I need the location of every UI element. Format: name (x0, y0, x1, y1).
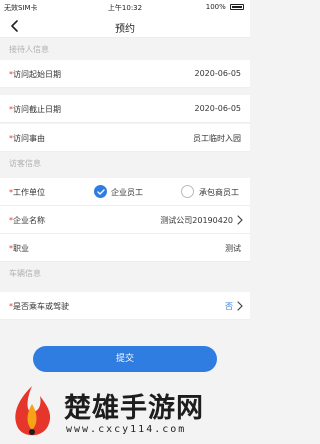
radio-label-contractor: 承包商员工 (199, 188, 239, 197)
watermark-title: 楚雄手游网 (64, 393, 204, 424)
watermark-banner: 楚雄手游网 www.cxcy114.com (0, 380, 250, 444)
vehicle-value[interactable]: 否 (225, 301, 233, 312)
start-date-row[interactable]: *访问起始日期 2020-06-05 (0, 60, 250, 88)
nav-bar: 预约 (0, 15, 250, 38)
chevron-right-icon[interactable] (236, 301, 244, 311)
section-title-vehicle: 车辆信息 (9, 269, 41, 278)
company-row[interactable]: *企业名称 测试公司20190420 (0, 206, 250, 234)
start-date-value[interactable]: 2020-06-05 (195, 69, 242, 78)
watermark-logo-icon (15, 386, 51, 436)
section-vehicle: 车辆信息 (0, 262, 250, 284)
end-date-row[interactable]: *访问截止日期 2020-06-05 (0, 95, 250, 123)
job-label: *职业 (9, 244, 29, 253)
radio-checked-icon[interactable] (94, 185, 107, 198)
status-bar: 无效SIM卡 上午10:32 100% (0, 0, 250, 15)
vehicle-label: *是否乘车或驾驶 (9, 302, 69, 311)
battery-percent: 100% (205, 3, 226, 11)
radio-label-employee: 企业员工 (111, 188, 143, 197)
job-value[interactable]: 测试 (225, 243, 241, 254)
company-value[interactable]: 测试公司20190420 (160, 215, 233, 226)
section-title-receiver: 接待人信息 (9, 45, 49, 54)
unit-label: *工作单位 (9, 188, 45, 197)
end-date-value[interactable]: 2020-06-05 (195, 104, 242, 113)
chevron-right-icon[interactable] (236, 215, 244, 225)
page-title: 预约 (115, 24, 135, 35)
section-receiver: 接待人信息 (0, 38, 250, 60)
radio-employee[interactable]: 企业员工 (94, 185, 154, 199)
company-label: *企业名称 (9, 216, 45, 225)
submit-button[interactable]: 提交 (33, 346, 217, 372)
start-date-label: *访问起始日期 (9, 70, 61, 79)
battery-status: 100% (206, 3, 244, 11)
watermark-url: www.cxcy114.com (66, 424, 187, 435)
section-title-visitor: 访客信息 (9, 159, 41, 168)
reason-label: *访问事由 (9, 134, 45, 143)
job-row[interactable]: *职业 测试 (0, 234, 250, 262)
vehicle-row[interactable]: *是否乘车或驾驶 否 (0, 292, 250, 320)
radio-contractor[interactable]: 承包商员工 (181, 185, 243, 199)
radio-unchecked-icon[interactable] (181, 185, 194, 198)
reason-row[interactable]: *访问事由 员工临时入园 (0, 124, 250, 152)
battery-icon (230, 4, 244, 10)
reason-value[interactable]: 员工临时入园 (193, 133, 241, 144)
section-visitor: 访客信息 (0, 152, 250, 174)
unit-row: *工作单位 企业员工 承包商员工 (0, 178, 250, 206)
end-date-label: *访问截止日期 (9, 105, 61, 114)
